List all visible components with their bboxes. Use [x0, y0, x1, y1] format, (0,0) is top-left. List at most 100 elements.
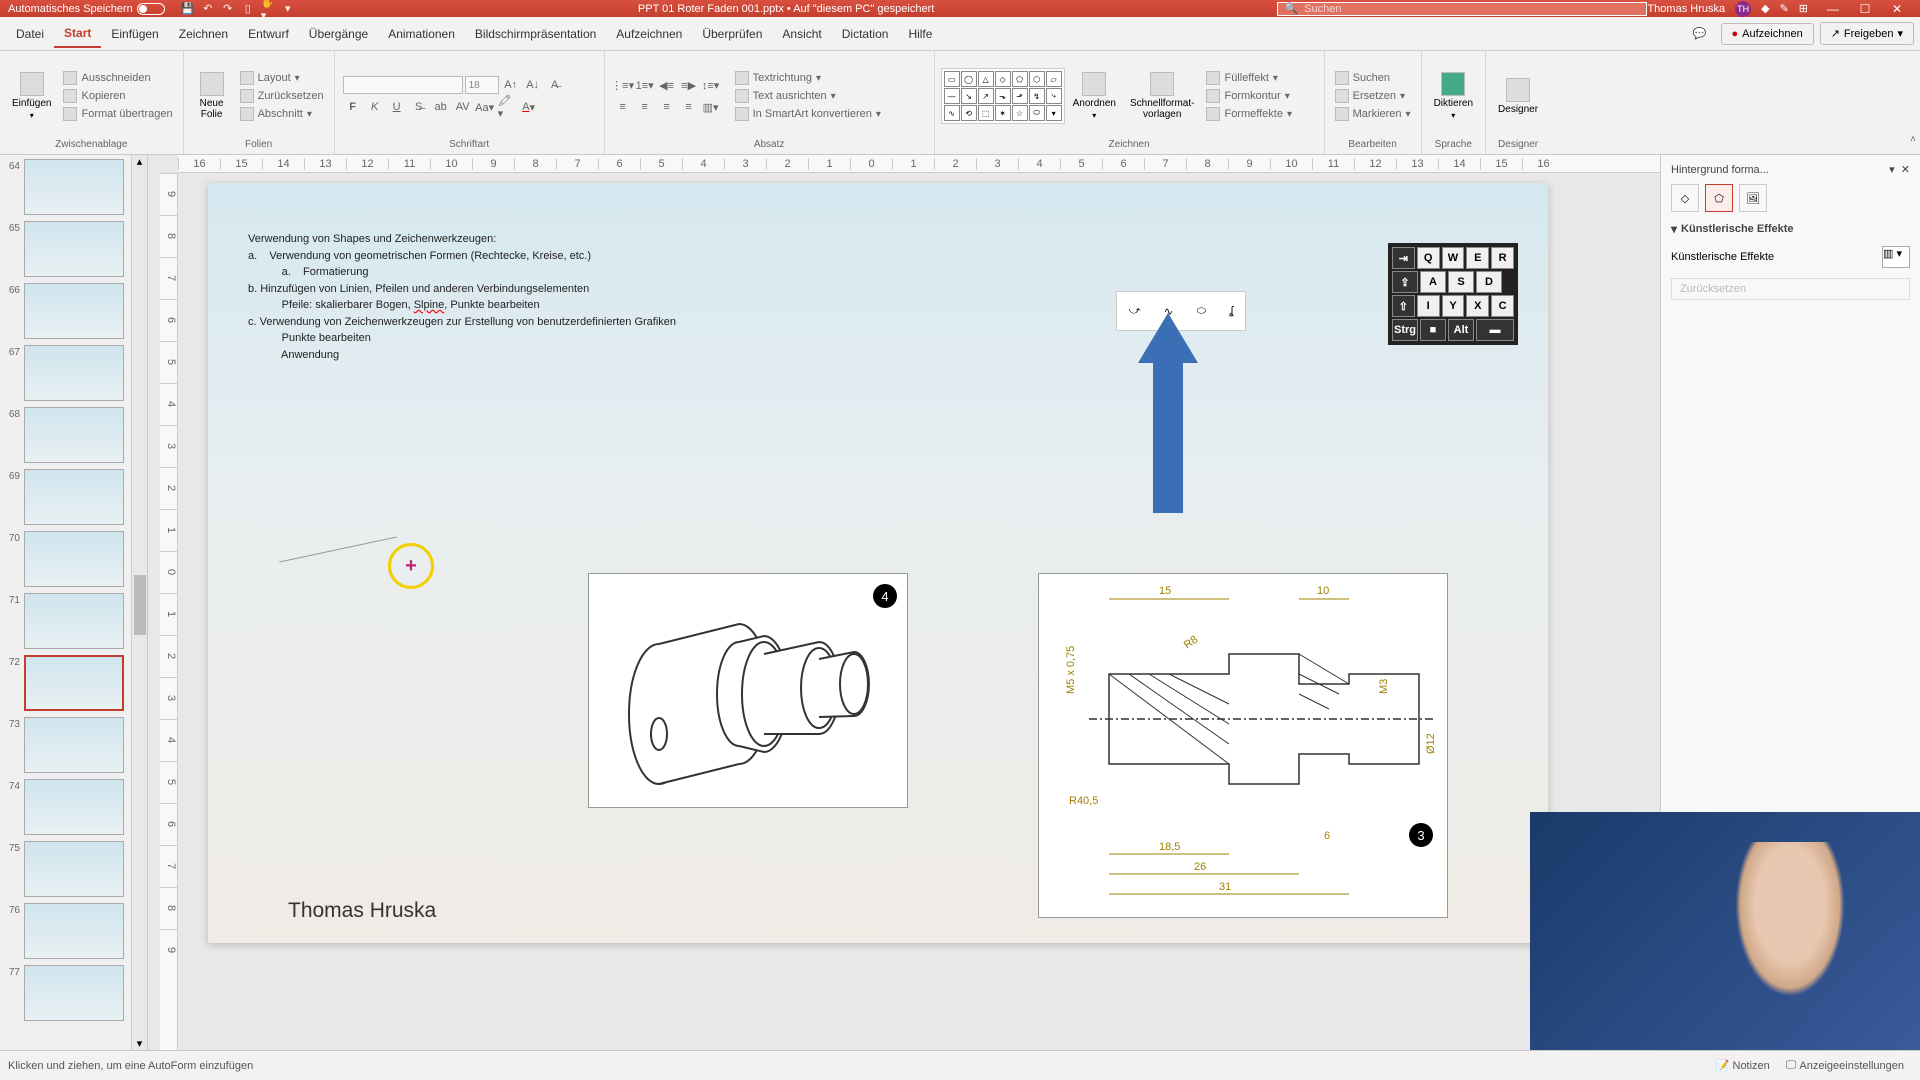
format-painter-button[interactable]: Format übertragen — [59, 106, 176, 122]
tab-ueberpruefen[interactable]: Überprüfen — [692, 21, 772, 47]
tab-zeichnen[interactable]: Zeichnen — [169, 21, 238, 47]
technical-drawing-2d[interactable]: 3 15 10 18,5 26 31 6 R — [1038, 573, 1448, 918]
notes-button[interactable]: 📝 Notizen — [1708, 1059, 1778, 1072]
font-size-select[interactable]: 18 — [465, 76, 499, 94]
italic-icon[interactable]: K — [365, 98, 385, 116]
cut-button[interactable]: Ausschneiden — [59, 70, 176, 86]
replace-button[interactable]: Ersetzen ▾ — [1331, 88, 1415, 104]
touch-icon[interactable]: ✋▾ — [261, 2, 275, 16]
shape-outline-button[interactable]: Formkontur ▾ — [1202, 88, 1296, 104]
slide-thumb-69[interactable]: 69★ — [2, 469, 145, 525]
slide-thumb-75[interactable]: 75 — [2, 841, 145, 897]
layout-button[interactable]: Layout ▾ — [236, 70, 328, 86]
comments-icon[interactable]: 💬 — [1685, 27, 1715, 40]
reset-button[interactable]: Zurücksetzen — [236, 88, 328, 104]
slide-thumb-70[interactable]: 70★ — [2, 531, 145, 587]
thumbnail-scrollbar[interactable]: ▴ ▾ — [131, 155, 147, 1050]
tab-datei[interactable]: Datei — [6, 21, 54, 47]
font-color-icon[interactable]: A▾ — [519, 98, 539, 116]
highlight-icon[interactable]: 🖍▾ — [497, 98, 517, 116]
case-icon[interactable]: Aa▾ — [475, 98, 495, 116]
diamond-icon[interactable]: ◆ — [1761, 2, 1769, 15]
close-button[interactable]: ✕ — [1882, 2, 1912, 16]
user-name[interactable]: Thomas Hruska — [1647, 3, 1725, 15]
effects-picker[interactable]: ▥ ▾ — [1882, 246, 1910, 268]
indent-icon[interactable]: ≡▶ — [679, 76, 699, 94]
clear-format-icon[interactable]: A̶ — [545, 76, 565, 94]
tab-uebergaenge[interactable]: Übergänge — [299, 21, 378, 47]
select-button[interactable]: Markieren ▾ — [1331, 106, 1415, 122]
tab-start[interactable]: Start — [54, 20, 101, 48]
tab-entwurf[interactable]: Entwurf — [238, 21, 299, 47]
dictate-button[interactable]: Diktieren▾ — [1428, 70, 1479, 122]
underline-icon[interactable]: U — [387, 98, 407, 116]
slide-thumb-68[interactable]: 68 — [2, 407, 145, 463]
tab-dictation[interactable]: Dictation — [832, 21, 899, 47]
redo-icon[interactable]: ↷ — [221, 2, 235, 16]
shrink-font-icon[interactable]: A↓ — [523, 76, 543, 94]
collapse-ribbon-icon[interactable]: ˄ — [1910, 134, 1916, 145]
fill-tab-icon[interactable]: ◇ — [1671, 184, 1699, 212]
slide-thumb-64[interactable]: 64 — [2, 159, 145, 215]
blue-arrow-shape[interactable] — [1138, 313, 1198, 513]
designer-button[interactable]: Designer — [1492, 76, 1544, 117]
copy-button[interactable]: Kopieren — [59, 88, 176, 104]
columns-icon[interactable]: ▥▾ — [701, 98, 721, 116]
scroll-down-icon[interactable]: ▾ — [132, 1037, 147, 1050]
tab-animationen[interactable]: Animationen — [378, 21, 465, 47]
slide-editor[interactable]: 1615141312111098765432101234567891011121… — [148, 155, 1660, 1050]
window-icon[interactable]: ⊞ — [1799, 2, 1808, 15]
slide-thumbnails[interactable]: ▴ ▾ 6465★6667★6869★70★71727374757677 — [0, 155, 148, 1050]
tab-einfuegen[interactable]: Einfügen — [101, 21, 168, 47]
find-button[interactable]: Suchen — [1331, 70, 1415, 86]
share-button[interactable]: ↗Freigeben▾ — [1820, 22, 1914, 45]
autosave-toggle[interactable]: Automatisches Speichern — [8, 3, 165, 15]
align-left-icon[interactable]: ≡ — [613, 98, 633, 116]
user-avatar[interactable]: TH — [1735, 1, 1751, 17]
text-direction-button[interactable]: Textrichtung ▾ — [731, 70, 885, 86]
slide-thumb-74[interactable]: 74 — [2, 779, 145, 835]
effects-section-header[interactable]: ▾ Künstlerische Effekte — [1671, 222, 1910, 236]
search-box[interactable]: 🔍 Suchen — [1277, 2, 1647, 16]
bullets-icon[interactable]: ⋮≡▾ — [613, 76, 633, 94]
linespacing-icon[interactable]: ↕≡▾ — [701, 76, 721, 94]
panel-close-icon[interactable]: ✕ — [1901, 164, 1910, 176]
slide-thumb-73[interactable]: 73 — [2, 717, 145, 773]
pen-icon[interactable]: ✎ — [1780, 2, 1789, 15]
tab-ansicht[interactable]: Ansicht — [772, 21, 831, 47]
scroll-thumb[interactable] — [134, 575, 146, 635]
slide-thumb-77[interactable]: 77 — [2, 965, 145, 1021]
quick-styles-button[interactable]: Schnellformat- vorlagen — [1124, 70, 1200, 122]
effects-tab-icon[interactable]: ⬠ — [1705, 184, 1733, 212]
maximize-button[interactable]: ☐ — [1850, 2, 1880, 16]
align-center-icon[interactable]: ≡ — [635, 98, 655, 116]
save-icon[interactable]: 💾 — [181, 2, 195, 16]
align-text-button[interactable]: Text ausrichten ▾ — [731, 88, 885, 104]
align-right-icon[interactable]: ≡ — [657, 98, 677, 116]
outdent-icon[interactable]: ◀≡ — [657, 76, 677, 94]
scroll-up-icon[interactable]: ▴ — [132, 155, 147, 168]
smartart-button[interactable]: In SmartArt konvertieren ▾ — [731, 106, 885, 122]
slide-canvas[interactable]: Verwendung von Shapes und Zeichenwerkzeu… — [208, 183, 1548, 943]
numbering-icon[interactable]: 1≡▾ — [635, 76, 655, 94]
panel-options-icon[interactable]: ▾ — [1889, 164, 1895, 176]
tab-bildschirm[interactable]: Bildschirmpräsentation — [465, 21, 606, 47]
slide-thumb-72[interactable]: 72 — [2, 655, 145, 711]
picture-tab-icon[interactable]: 🖼 — [1739, 184, 1767, 212]
grow-font-icon[interactable]: A↑ — [501, 76, 521, 94]
minimize-button[interactable]: — — [1818, 2, 1848, 16]
arrange-button[interactable]: Anordnen▾ — [1067, 70, 1122, 122]
tab-aufzeichnen[interactable]: Aufzeichnen — [606, 21, 692, 47]
justify-icon[interactable]: ≡ — [679, 98, 699, 116]
technical-drawing-3d[interactable]: 4 — [588, 573, 908, 808]
shapes-gallery[interactable]: ▭◯△◇⬠⬡▱ —↘↗⬎⬏↯⤷ ∿⟲⬚✶☆⬭▾ — [941, 68, 1065, 124]
record-button[interactable]: ●Aufzeichnen — [1721, 23, 1814, 45]
slide-thumb-67[interactable]: 67★ — [2, 345, 145, 401]
present-icon[interactable]: ▯ — [241, 2, 255, 16]
slide-thumb-71[interactable]: 71 — [2, 593, 145, 649]
shadow-icon[interactable]: ab — [431, 98, 451, 116]
font-family-select[interactable] — [343, 76, 463, 94]
spacing-icon[interactable]: AV — [453, 98, 473, 116]
shape-fill-button[interactable]: Fülleffekt ▾ — [1202, 70, 1296, 86]
bold-icon[interactable]: F — [343, 98, 363, 116]
